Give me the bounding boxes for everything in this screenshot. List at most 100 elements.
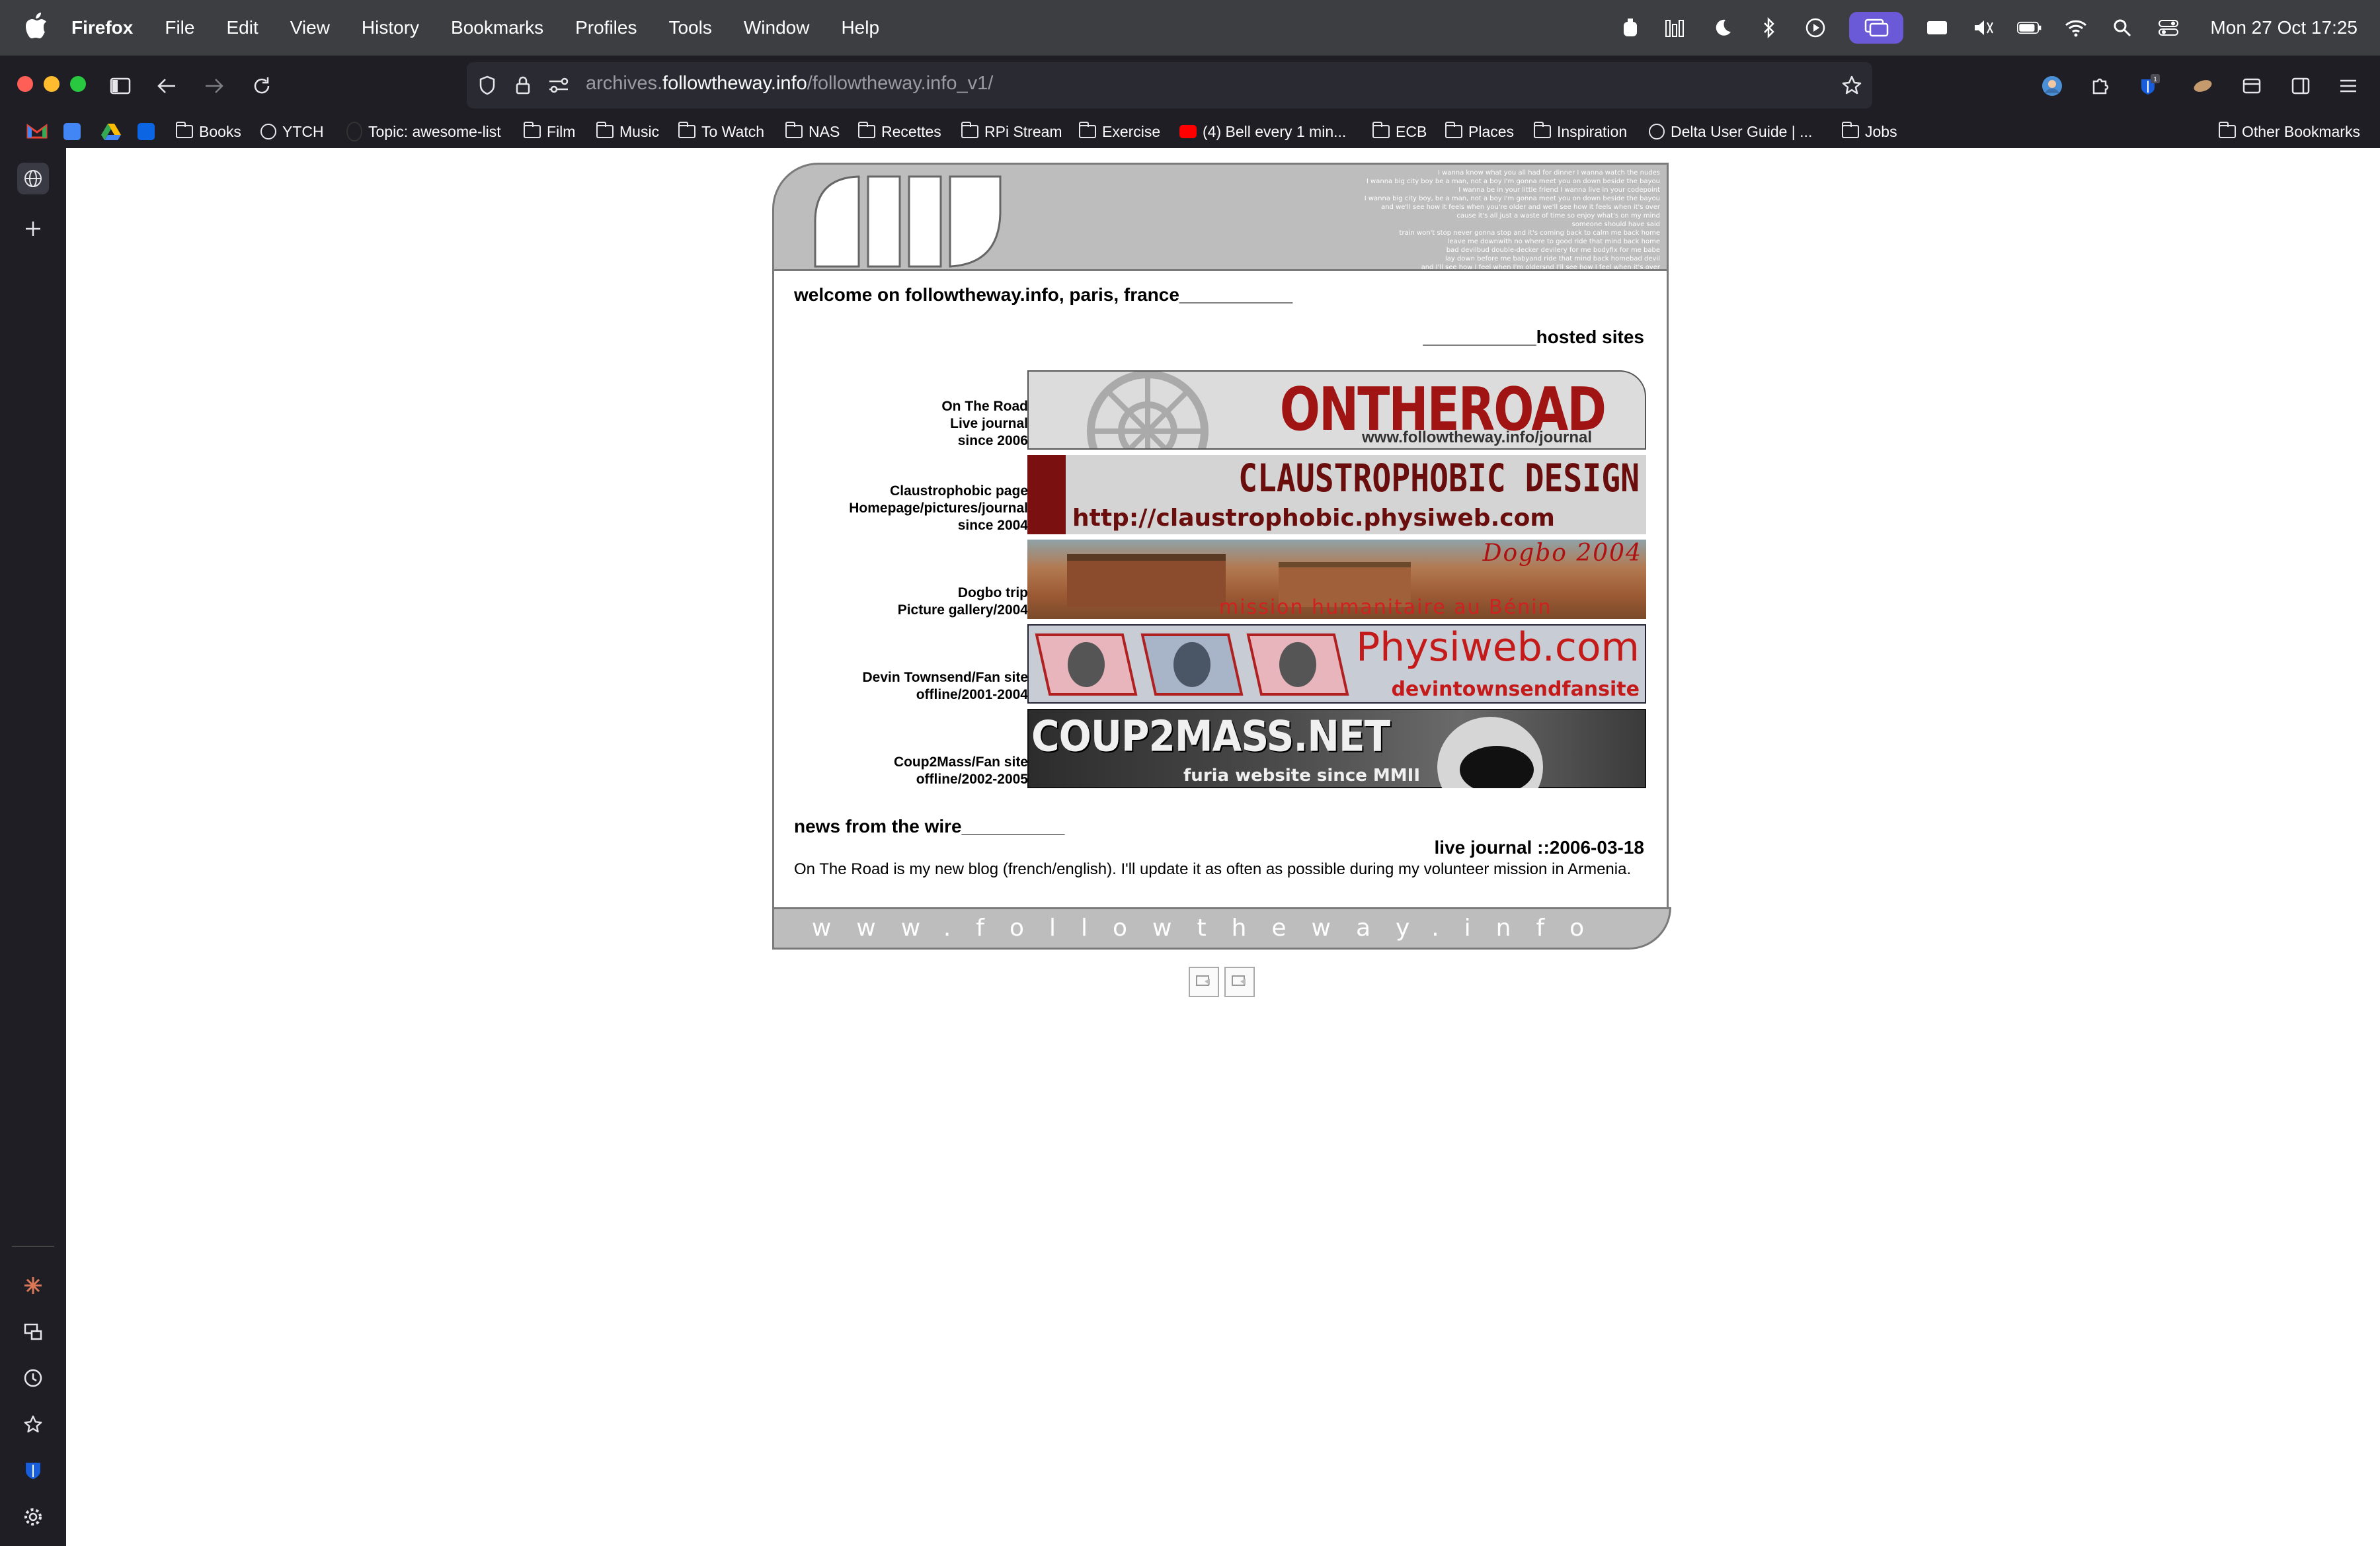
bookmark-trello-icon[interactable] <box>138 120 161 143</box>
banner-dogbo[interactable]: Dogbo 2004 mission humanitaire au Bénin <box>1027 540 1646 619</box>
new-tab-plus-icon[interactable] <box>17 213 49 245</box>
banner-ontheroad[interactable]: ONTHEROAD www.followtheway.info/journal <box>1027 370 1646 450</box>
banner-title: Dogbo 2004 <box>1482 540 1642 567</box>
battery-icon[interactable] <box>2017 15 2042 40</box>
hamburger-menu-icon[interactable] <box>2334 71 2363 101</box>
menu-app-firefox[interactable]: Firefox <box>71 17 133 38</box>
label-line: Coup2Mass/Fan site <box>893 754 1028 770</box>
account-avatar-icon[interactable] <box>2038 71 2067 101</box>
synced-tabs-icon[interactable] <box>17 1316 49 1348</box>
folder-icon <box>1534 122 1551 138</box>
timer-icon[interactable] <box>1618 15 1643 40</box>
menu-history[interactable]: History <box>362 17 419 38</box>
url-bar[interactable]: archives.followtheway.info/followtheway.… <box>467 62 1872 108</box>
menu-view[interactable]: View <box>290 17 330 38</box>
bookmark-exercise[interactable]: Exercise <box>1079 120 1160 143</box>
spotlight-search-icon[interactable] <box>2110 15 2135 40</box>
screen-mirroring-icon[interactable] <box>1849 12 1904 44</box>
bookmark-film[interactable]: Film <box>524 120 575 143</box>
menu-bookmarks[interactable]: Bookmarks <box>451 17 543 38</box>
wifi-icon[interactable] <box>2063 15 2088 40</box>
url-prefix: archives. <box>586 73 663 94</box>
bookmarks-star-icon[interactable] <box>17 1408 49 1440</box>
bookmark-calendar-icon[interactable] <box>63 120 87 143</box>
bookmark-jobs[interactable]: Jobs <box>1842 120 1897 143</box>
bookmark-places[interactable]: Places <box>1445 120 1514 143</box>
bitwarden-extension-icon[interactable]: 1 <box>2134 71 2163 101</box>
tab-extension-icon[interactable] <box>2188 71 2217 101</box>
extensions-icon[interactable] <box>2085 71 2114 101</box>
banner-title: CLAUSTROPHOBIC DESIGN <box>1238 456 1640 501</box>
window-minimize-button[interactable] <box>44 76 60 92</box>
hosted-site-label: On The Road Live journal since 2006 <box>790 398 1028 450</box>
bookmark-ytch[interactable]: YTCH <box>260 120 324 143</box>
bookmark-nas[interactable]: NAS <box>785 120 840 143</box>
bookmark-other-bookmarks[interactable]: Other Bookmarks <box>2219 120 2360 143</box>
bookmark-to-watch[interactable]: To Watch <box>678 120 764 143</box>
folder-icon <box>1372 122 1390 138</box>
menu-tools[interactable]: Tools <box>668 17 711 38</box>
menu-window[interactable]: Window <box>744 17 810 38</box>
bookmark-star-icon[interactable] <box>1839 73 1864 98</box>
menu-edit[interactable]: Edit <box>226 17 258 38</box>
banner-physiweb[interactable]: Physiweb.com devintownsendfansite <box>1027 624 1646 704</box>
keyboard-icon[interactable] <box>1924 15 1950 40</box>
lyric-line: bad devilbud double-decker devilery for … <box>1446 247 1660 254</box>
label-line: Claustrophobic page <box>890 483 1028 499</box>
header-lyrics: I wanna know what you all had for dinner… <box>1144 169 1660 269</box>
window-close-button[interactable] <box>17 76 33 92</box>
ai-chatbot-icon[interactable] <box>17 1270 49 1301</box>
bookmark-books[interactable]: Books <box>176 120 241 143</box>
volume-muted-icon[interactable] <box>1971 15 1996 40</box>
bookmark-label: Delta User Guide | ... <box>1671 122 1813 140</box>
banner-coup2mass[interactable]: COUP2MASS.NET furia website since MMII <box>1027 709 1646 788</box>
control-center-icon[interactable] <box>2156 15 2181 40</box>
bookmark-gmail-icon[interactable] <box>26 120 48 143</box>
forward-icon[interactable] <box>200 71 229 101</box>
validator-badge-icon[interactable] <box>1224 967 1255 997</box>
tracking-protection-icon[interactable] <box>475 73 500 98</box>
url-text[interactable]: archives.followtheway.info/followtheway.… <box>586 73 993 95</box>
bookmark-inspiration[interactable]: Inspiration <box>1534 120 1627 143</box>
back-icon[interactable] <box>152 71 181 101</box>
bookmark-ecb[interactable]: ECB <box>1372 120 1427 143</box>
url-path: /followtheway.info_v1/ <box>807 73 994 94</box>
news-body: On The Road is my new blog (french/engli… <box>794 860 1632 878</box>
bookmark-youtube-bell[interactable]: (4) Bell every 1 min... <box>1179 120 1346 143</box>
banner-claustrophobic[interactable]: CLAUSTROPHOBIC DESIGN http://claustropho… <box>1027 455 1646 534</box>
bookmark-rpi-stream[interactable]: RPi Stream <box>961 120 1062 143</box>
bookmark-drive-icon[interactable] <box>100 120 122 143</box>
reload-icon[interactable] <box>247 71 276 101</box>
moon-icon[interactable] <box>1710 15 1735 40</box>
label-line: Homepage/pictures/journal <box>849 501 1028 516</box>
clock[interactable]: Mon 27 Oct 17:25 <box>2210 17 2358 38</box>
portrait-tiles-icon <box>1035 633 1349 696</box>
bitwarden-sidebar-icon[interactable] <box>17 1455 49 1486</box>
bookmark-awesome-list[interactable]: Topic: awesome-list <box>346 120 501 143</box>
sidebar-toggle-icon[interactable] <box>106 71 135 101</box>
folder-icon <box>1842 122 1859 138</box>
menu-help[interactable]: Help <box>841 17 879 38</box>
bookmark-label: Recettes <box>881 122 941 140</box>
bookmark-music[interactable]: Music <box>596 120 659 143</box>
url-domain: followtheway.info <box>662 73 807 94</box>
hosted-site-label: Dogbo trip Picture gallery/2004 <box>790 585 1028 619</box>
window-zoom-button[interactable] <box>70 76 86 92</box>
hut-shape <box>1067 554 1226 607</box>
bluetooth-icon[interactable] <box>1757 15 1782 40</box>
apple-logo-icon[interactable] <box>25 12 48 40</box>
pocket-icon[interactable] <box>2237 71 2266 101</box>
stats-icon[interactable] <box>1664 15 1689 40</box>
menu-file[interactable]: File <box>165 17 194 38</box>
lock-icon[interactable] <box>510 73 536 98</box>
sidebar-panel-icon[interactable] <box>2286 71 2315 101</box>
tab-globe-icon[interactable] <box>17 163 49 194</box>
history-clock-icon[interactable] <box>17 1362 49 1394</box>
settings-gear-icon[interactable] <box>17 1501 49 1533</box>
bookmark-delta-user-guide[interactable]: Delta User Guide | ... <box>1649 120 1812 143</box>
menu-profiles[interactable]: Profiles <box>575 17 637 38</box>
permissions-icon[interactable] <box>546 73 571 98</box>
validator-badge-icon[interactable] <box>1189 967 1219 997</box>
bookmark-recettes[interactable]: Recettes <box>858 120 941 143</box>
play-icon[interactable] <box>1803 15 1828 40</box>
